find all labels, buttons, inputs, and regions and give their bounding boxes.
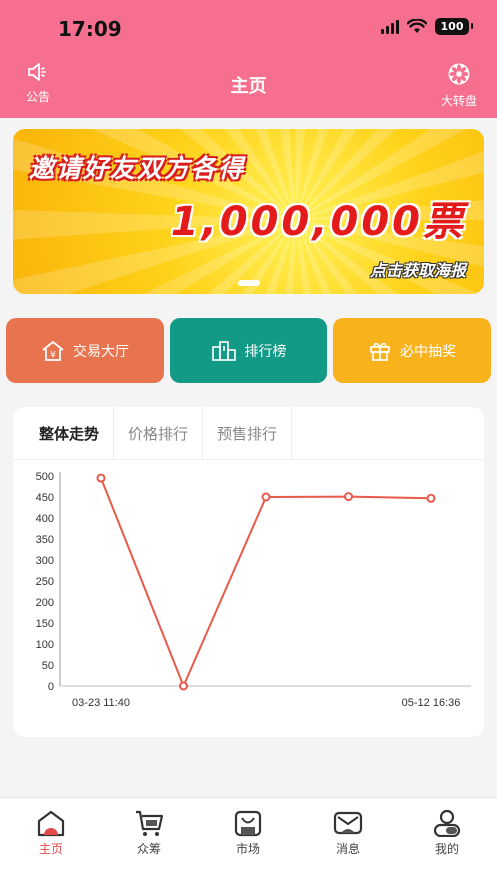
y-tick-label: 50 — [42, 660, 54, 672]
wheel-label: 大转盘 — [440, 94, 477, 108]
y-tick-label: 400 — [36, 513, 54, 525]
tab-crowdfund-label: 众筹 — [136, 842, 161, 856]
tab-market-label: 市场 — [235, 842, 260, 856]
y-tick-label: 250 — [36, 576, 54, 588]
trend-chart: 0 50 100 150 200 250 300 350 400 450 500 03-23 11:4… — [36, 471, 471, 709]
y-tick-label: 450 — [36, 492, 54, 504]
signal-icon — [381, 19, 399, 34]
market-icon — [234, 810, 262, 837]
tab-messages-label: 消息 — [335, 842, 360, 856]
y-tick-label: 300 — [36, 555, 54, 567]
y-tick-label: 150 — [36, 618, 54, 630]
bottom-tab-bar: 主页 众筹 市场 消息 我的 — [0, 797, 497, 883]
ranking-button[interactable]: 排行榜 — [170, 318, 327, 383]
x-tick-label: 03-23 11:40 — [72, 697, 130, 709]
status-icons: 100 — [381, 18, 473, 35]
cart-icon — [136, 810, 164, 836]
wifi-icon — [407, 19, 427, 33]
tab-home-label: 主页 — [38, 842, 63, 856]
banner-amount: 1,000,000票 — [170, 199, 466, 245]
tab-crowdfund[interactable]: 众筹 — [119, 808, 179, 857]
tab-overall-trend[interactable]: 整体走势 — [25, 407, 115, 460]
trade-hall-label: 交易大厅 — [73, 343, 129, 360]
tab-profile[interactable]: 我的 — [417, 808, 477, 857]
data-point — [344, 492, 353, 502]
y-tick-label: 500 — [36, 471, 54, 483]
y-tick-label: 200 — [36, 597, 54, 609]
tab-market[interactable]: 市场 — [218, 808, 278, 857]
data-point — [179, 681, 188, 691]
invite-banner[interactable]: 邀请好友双方各得 1,000,000票 点击获取海报 — [13, 129, 484, 294]
message-icon — [333, 811, 363, 835]
wheel-icon — [448, 63, 470, 85]
tab-messages[interactable]: 消息 — [318, 808, 378, 857]
trade-hall-button[interactable]: ¥ 交易大厅 — [6, 318, 164, 383]
battery-icon: 100 — [435, 18, 473, 35]
home-icon — [37, 810, 65, 837]
banner-cta: 点击获取海报 — [369, 261, 466, 280]
ranking-icon — [211, 340, 236, 361]
y-tick-label: 350 — [36, 534, 54, 546]
tab-home[interactable]: 主页 — [21, 808, 81, 857]
y-tick-label: 0 — [48, 681, 54, 693]
data-point — [426, 493, 436, 503]
series-line — [100, 477, 432, 689]
wheel-button[interactable]: 大转盘 — [437, 62, 481, 109]
svg-text:¥: ¥ — [50, 350, 56, 360]
data-point — [96, 473, 106, 483]
page-title: 主页 — [230, 76, 267, 97]
tab-presale-ranking[interactable]: 预售排行 — [203, 407, 293, 460]
y-tick-label: 100 — [36, 639, 54, 651]
profile-icon — [433, 809, 461, 837]
header: 17:09 100 公告 主页 大转盘 — [0, 0, 497, 118]
lottery-label: 必中抽奖 — [400, 343, 456, 360]
ranking-label: 排行榜 — [244, 343, 287, 360]
status-time: 17:09 — [58, 17, 122, 41]
tab-profile-label: 我的 — [434, 842, 459, 856]
x-tick-label: 05-12 16:36 — [402, 697, 461, 709]
tab-price-ranking[interactable]: 价格排行 — [114, 407, 204, 460]
trend-tabs: 整体走势 价格排行 预售排行 — [13, 407, 484, 460]
data-point — [261, 492, 271, 502]
gift-icon — [370, 342, 390, 361]
banner-indicator[interactable] — [238, 280, 260, 286]
banner-headline: 邀请好友双方各得 — [29, 154, 246, 183]
yuan-house-icon: ¥ — [42, 340, 64, 361]
lottery-button[interactable]: 必中抽奖 — [333, 318, 491, 383]
